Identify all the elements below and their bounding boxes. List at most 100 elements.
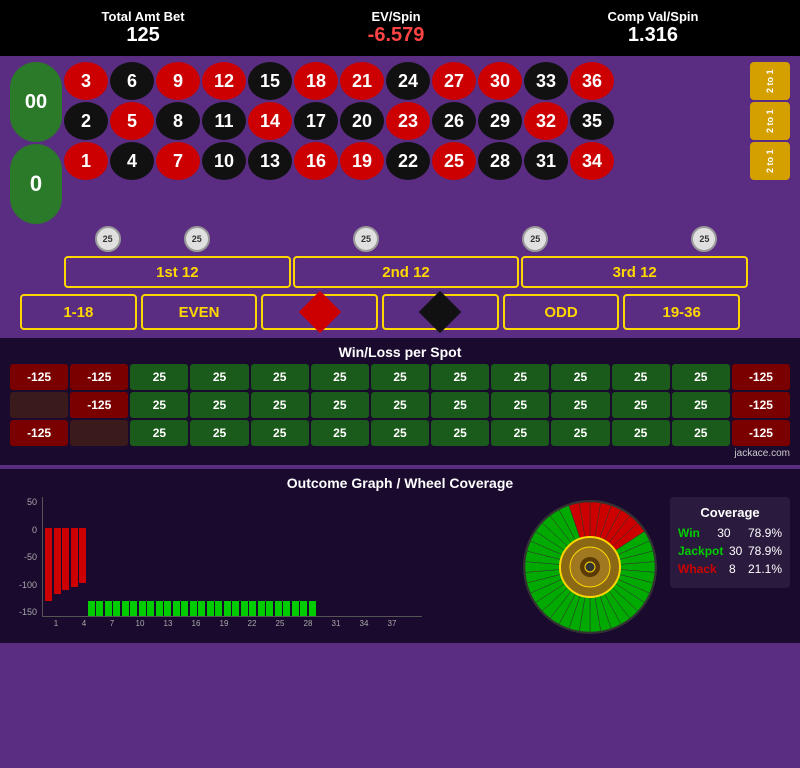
bet-black[interactable]	[382, 294, 499, 330]
winloss-grid: -125-12525252525252525252525-125-1252525…	[10, 364, 790, 446]
wl-cell-2-3: 25	[190, 420, 248, 446]
bet-odd[interactable]: ODD	[503, 294, 620, 330]
cell-10[interactable]: 10	[202, 142, 246, 180]
cell-00[interactable]: 00	[10, 62, 62, 142]
bar-6	[96, 601, 103, 616]
dozen-2nd[interactable]: 2nd 12	[293, 256, 520, 288]
cell-17[interactable]: 17	[294, 102, 338, 140]
bet-1-18[interactable]: 1-18	[20, 294, 137, 330]
cell-30[interactable]: 30	[478, 62, 522, 100]
cell-2[interactable]: 2	[64, 102, 108, 140]
cell-8[interactable]: 8	[156, 102, 200, 140]
cell-12[interactable]: 12	[202, 62, 246, 100]
wl-cell-1-1: -125	[70, 392, 128, 418]
bar-0	[45, 528, 52, 601]
cell-13[interactable]: 13	[248, 142, 292, 180]
cell-1[interactable]: 1	[64, 142, 108, 180]
wl-cell-2-9: 25	[551, 420, 609, 446]
bar-14	[164, 601, 171, 616]
wl-cell-0-1: -125	[70, 364, 128, 390]
cell-18[interactable]: 18	[294, 62, 338, 100]
cell-24[interactable]: 24	[386, 62, 430, 100]
wl-cell-1-3: 25	[190, 392, 248, 418]
x-label-28: 28	[294, 619, 322, 628]
cell-36[interactable]: 36	[570, 62, 614, 100]
bar-1	[54, 528, 61, 594]
cell-35[interactable]: 35	[570, 102, 614, 140]
chip-markers-row: 25 25 25 25 25	[10, 226, 790, 252]
cell-14[interactable]: 14	[248, 102, 292, 140]
cell-26[interactable]: 26	[432, 102, 476, 140]
cell-7[interactable]: 7	[156, 142, 200, 180]
wl-cell-2-5: 25	[311, 420, 369, 446]
comp-val-spin-label: Comp Val/Spin	[607, 9, 698, 24]
wl-cell-0-4: 25	[251, 364, 309, 390]
cell-3[interactable]: 3	[64, 62, 108, 100]
cell-22[interactable]: 22	[386, 142, 430, 180]
x-label-22: 22	[238, 619, 266, 628]
payout-bot[interactable]: 2 to 1	[750, 142, 790, 180]
cell-31[interactable]: 31	[524, 142, 568, 180]
wl-cell-0-8: 25	[491, 364, 549, 390]
wl-cell-1-11: 25	[672, 392, 730, 418]
cell-20[interactable]: 20	[340, 102, 384, 140]
x-label-31: 31	[322, 619, 350, 628]
y-label-50n: -50	[10, 552, 37, 562]
cell-5[interactable]: 5	[110, 102, 154, 140]
dozen-1st[interactable]: 1st 12	[64, 256, 291, 288]
cell-0[interactable]: 0	[10, 144, 62, 224]
cell-6[interactable]: 6	[110, 62, 154, 100]
cell-28[interactable]: 28	[478, 142, 522, 180]
ev-spin-label: EV/Spin	[368, 9, 425, 24]
cell-19[interactable]: 19	[340, 142, 384, 180]
number-row-top: 3 6 9 12 15 18 21 24 27 30 33 36	[64, 62, 748, 100]
cell-27[interactable]: 27	[432, 62, 476, 100]
cell-25[interactable]: 25	[432, 142, 476, 180]
coverage-title: Coverage	[678, 505, 782, 520]
bar-5	[88, 601, 95, 616]
wl-cell-1-8: 25	[491, 392, 549, 418]
total-amt-bet-label: Total Amt Bet	[102, 9, 185, 24]
bar-30	[300, 601, 307, 616]
wl-cell-1-12: -125	[732, 392, 790, 418]
x-label-37: 37	[378, 619, 406, 628]
cell-11[interactable]: 11	[202, 102, 246, 140]
bar-7	[105, 601, 112, 616]
cell-34[interactable]: 34	[570, 142, 614, 180]
number-row-mid: 2 5 8 11 14 17 20 23 26 29 32 35	[64, 102, 748, 140]
bar-2	[62, 528, 69, 590]
payout-mid[interactable]: 2 to 1	[750, 102, 790, 140]
cell-29[interactable]: 29	[478, 102, 522, 140]
x-label-1: 1	[42, 619, 70, 628]
wl-cell-2-4: 25	[251, 420, 309, 446]
bet-19-36[interactable]: 19-36	[623, 294, 740, 330]
chip-5: 25	[691, 226, 717, 252]
wl-cell-2-7: 25	[431, 420, 489, 446]
bet-even[interactable]: EVEN	[141, 294, 258, 330]
cell-21[interactable]: 21	[340, 62, 384, 100]
dozen-3rd[interactable]: 3rd 12	[521, 256, 748, 288]
bar-26	[266, 601, 273, 616]
cell-32[interactable]: 32	[524, 102, 568, 140]
wl-cell-2-10: 25	[612, 420, 670, 446]
coverage-win-label: Win	[678, 526, 700, 540]
wl-row-2: -12525252525252525252525-125	[10, 420, 790, 446]
cell-16[interactable]: 16	[294, 142, 338, 180]
cell-9[interactable]: 9	[156, 62, 200, 100]
wl-cell-2-2: 25	[130, 420, 188, 446]
bet-red[interactable]	[261, 294, 378, 330]
cell-33[interactable]: 33	[524, 62, 568, 100]
wl-cell-0-11: 25	[672, 364, 730, 390]
wl-cell-0-6: 25	[371, 364, 429, 390]
coverage-row-whack: Whack 8 21.1%	[678, 562, 782, 576]
payout-top[interactable]: 2 to 1	[750, 62, 790, 100]
wl-cell-1-2: 25	[130, 392, 188, 418]
wheel-svg	[520, 497, 660, 637]
cell-23[interactable]: 23	[386, 102, 430, 140]
bar-31	[309, 601, 316, 616]
bar-19	[207, 601, 214, 616]
cell-15[interactable]: 15	[248, 62, 292, 100]
cell-4[interactable]: 4	[110, 142, 154, 180]
coverage-whack-count: 8	[729, 562, 736, 576]
y-label-0: 0	[10, 525, 37, 535]
